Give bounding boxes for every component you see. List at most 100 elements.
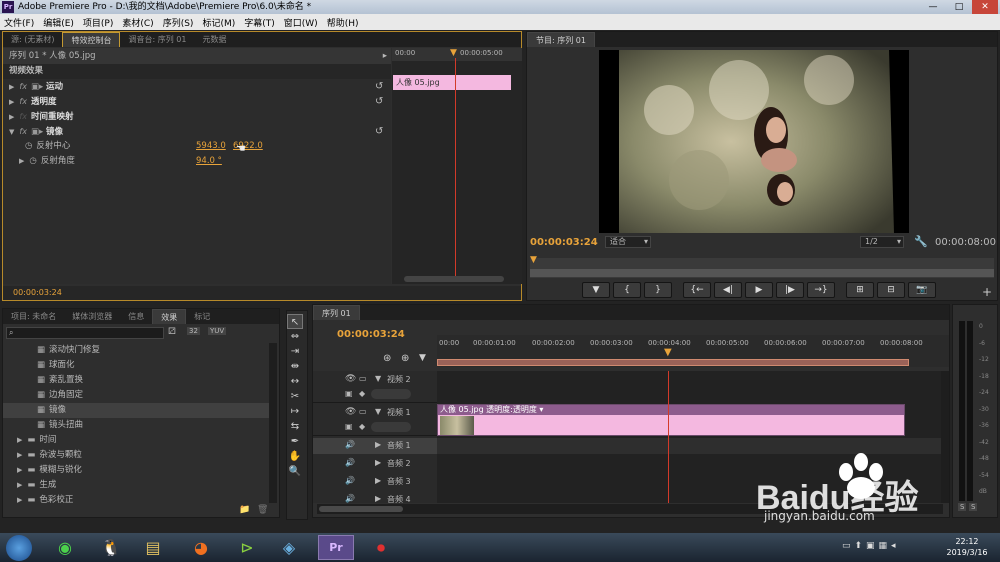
menu-sequence[interactable]: 序列(S) bbox=[163, 16, 194, 29]
folder-item[interactable]: ▶ ▬ 杂波与颗粒 bbox=[3, 448, 269, 463]
folder-item[interactable]: ▶ ▬ 生成 bbox=[3, 478, 269, 493]
fx-ruler[interactable]: 00:00 00:00:05:00 ▼ bbox=[392, 48, 522, 61]
lock-icon[interactable]: ▭ bbox=[359, 407, 367, 416]
start-button[interactable] bbox=[6, 535, 32, 561]
playhead-marker-icon[interactable]: ▼ bbox=[530, 255, 537, 265]
folder-item[interactable]: ▶ ▬ 色彩校正 bbox=[3, 493, 269, 503]
qq-icon[interactable]: 🐧 bbox=[94, 533, 128, 562]
trash-icon[interactable]: 🗑 bbox=[257, 505, 268, 515]
tab-media-browser[interactable]: 媒体浏览器 bbox=[64, 309, 120, 324]
mark-in-button[interactable]: { bbox=[613, 282, 641, 298]
display-style-icon[interactable]: ▣ bbox=[345, 422, 353, 431]
collapse-triangle-icon[interactable]: ▼ bbox=[375, 374, 381, 383]
speaker-icon[interactable]: 🔊 bbox=[345, 440, 355, 449]
menu-project[interactable]: 项目(P) bbox=[83, 16, 113, 29]
reset-icon[interactable]: ↺ bbox=[375, 79, 383, 94]
solo-right-button[interactable]: S bbox=[969, 503, 978, 511]
menu-marker[interactable]: 标记(M) bbox=[202, 16, 235, 29]
accelerated-effects-icon[interactable]: ⚂ bbox=[168, 327, 176, 337]
tab-source[interactable]: 源: (无素材) bbox=[3, 32, 62, 47]
playhead-marker-icon[interactable]: ▼ bbox=[450, 48, 457, 58]
list-item[interactable]: ▦ 球面化 bbox=[3, 358, 269, 373]
eye-icon[interactable]: 👁 bbox=[345, 374, 356, 384]
effect-row-mirror[interactable]: ▼ fx ▣▸ 镜像 ↺ bbox=[3, 124, 391, 139]
app-icon[interactable]: ◈ bbox=[272, 533, 306, 562]
keyframe-nav[interactable] bbox=[371, 422, 411, 432]
play-button[interactable]: ▶ bbox=[745, 282, 773, 298]
collapse-triangle-icon[interactable]: ▼ bbox=[9, 125, 14, 140]
expand-triangle-icon[interactable]: ▶ bbox=[375, 458, 381, 467]
browser-360-icon[interactable]: ◉ bbox=[48, 533, 82, 562]
hand-tool-icon[interactable]: ✋ bbox=[287, 449, 303, 464]
expand-triangle-icon[interactable]: ▶ bbox=[17, 493, 22, 503]
media-player-icon[interactable]: ⊳ bbox=[230, 533, 264, 562]
expand-triangle-icon[interactable]: ▶ bbox=[17, 433, 22, 448]
go-to-in-button[interactable]: {← bbox=[683, 282, 711, 298]
effect-row-time-remap[interactable]: ▶ fx 时间重映射 bbox=[3, 109, 391, 124]
snap-icon[interactable]: ⊛ bbox=[383, 353, 391, 364]
menu-clip[interactable]: 素材(C) bbox=[122, 16, 153, 29]
expand-triangle-icon[interactable]: ▶ bbox=[375, 440, 381, 449]
expand-triangle-icon[interactable]: ▶ bbox=[375, 476, 381, 485]
expand-triangle-icon[interactable]: ▶ bbox=[9, 110, 14, 125]
maximize-button[interactable]: □ bbox=[946, 0, 972, 14]
lock-icon[interactable]: ▭ bbox=[359, 374, 367, 383]
razor-tool-icon[interactable]: ✂ bbox=[287, 389, 303, 404]
effects-scrollbar[interactable] bbox=[269, 343, 277, 503]
tab-project[interactable]: 项目: 未命名 bbox=[3, 309, 64, 324]
menu-file[interactable]: 文件(F) bbox=[4, 16, 34, 29]
keyframe-nav[interactable] bbox=[371, 389, 411, 399]
list-item[interactable]: ▦ 紊乱置换 bbox=[3, 373, 269, 388]
fx-scrollbar[interactable] bbox=[404, 276, 504, 282]
firefox-icon[interactable]: ◕ bbox=[184, 533, 218, 562]
close-button[interactable]: ✕ bbox=[972, 0, 998, 14]
fit-dropdown[interactable]: 适合 ▾ bbox=[605, 236, 651, 248]
fx-icon[interactable]: fx bbox=[19, 79, 27, 94]
menu-help[interactable]: 帮助(H) bbox=[327, 16, 359, 29]
tab-audio-mixer[interactable]: 调音台: 序列 01 bbox=[120, 32, 194, 47]
list-item[interactable]: ▦ 滚动快门修复 bbox=[3, 343, 269, 358]
keyframe-icon[interactable]: ◆ bbox=[359, 422, 365, 431]
effect-row-motion[interactable]: ▶ fx ▣▸ 运动 ↺ bbox=[3, 79, 391, 94]
minimize-button[interactable]: — bbox=[920, 0, 946, 14]
eye-icon[interactable]: 👁 bbox=[345, 407, 356, 417]
reset-icon[interactable]: ↺ bbox=[375, 124, 383, 139]
expand-triangle-icon[interactable]: ▶ bbox=[17, 448, 22, 463]
go-to-out-button[interactable]: →} bbox=[807, 282, 835, 298]
tab-sequence[interactable]: 序列 01 bbox=[313, 305, 360, 320]
fx-header-arrow-icon[interactable]: ▸ bbox=[383, 48, 387, 64]
system-clock[interactable]: 22:12 2019/3/16 bbox=[938, 536, 996, 558]
tab-program[interactable]: 节目: 序列 01 bbox=[527, 32, 595, 47]
lift-button[interactable]: ⊞ bbox=[846, 282, 874, 298]
tab-info[interactable]: 信息 bbox=[120, 309, 152, 324]
pen-tool-icon[interactable]: ✒ bbox=[287, 434, 303, 449]
speaker-icon[interactable]: 🔊 bbox=[345, 458, 355, 467]
expand-triangle-icon[interactable]: ▶ bbox=[17, 478, 22, 493]
new-folder-icon[interactable]: 📁 bbox=[239, 505, 250, 515]
speaker-icon[interactable]: 🔊 bbox=[345, 494, 355, 503]
extract-button[interactable]: ⊟ bbox=[877, 282, 905, 298]
list-item-selected[interactable]: ▦ 镜像 bbox=[3, 403, 269, 418]
export-frame-button[interactable]: 📷 bbox=[908, 282, 936, 298]
step-forward-button[interactable]: |▶ bbox=[776, 282, 804, 298]
slip-tool-icon[interactable]: ↦ bbox=[287, 404, 303, 419]
wrench-icon[interactable]: 🔧 bbox=[914, 235, 928, 248]
work-area-bar[interactable] bbox=[437, 359, 909, 366]
add-marker-button[interactable]: ▼ bbox=[582, 282, 610, 298]
collapse-triangle-icon[interactable]: ▼ bbox=[375, 407, 381, 416]
playhead-marker-icon[interactable]: ▼ bbox=[664, 347, 672, 358]
effect-row-opacity[interactable]: ▶ fx 透明度 ↺ bbox=[3, 94, 391, 109]
program-scrub-bar[interactable]: ▼ bbox=[530, 255, 994, 278]
32bit-icon[interactable]: 32 bbox=[187, 327, 200, 335]
keyframe-icon[interactable]: ◆ bbox=[359, 389, 365, 398]
sequence-marker-icon[interactable]: ⊕ bbox=[401, 353, 409, 364]
add-marker-icon[interactable]: ▼ bbox=[419, 353, 426, 363]
zoom-tool-icon[interactable]: 🔍 bbox=[287, 464, 303, 479]
tab-effect-controls[interactable]: 特效控制台 bbox=[62, 32, 121, 47]
file-explorer-icon[interactable]: ▤ bbox=[136, 533, 170, 562]
yuv-icon[interactable]: YUV bbox=[208, 327, 227, 335]
list-item[interactable]: ▦ 边角固定 bbox=[3, 388, 269, 403]
menu-window[interactable]: 窗口(W) bbox=[284, 16, 318, 29]
system-tray-icons[interactable]: ▭⬆▣▦◂ bbox=[842, 541, 900, 551]
folder-item[interactable]: ▶ ▬ 模糊与锐化 bbox=[3, 463, 269, 478]
